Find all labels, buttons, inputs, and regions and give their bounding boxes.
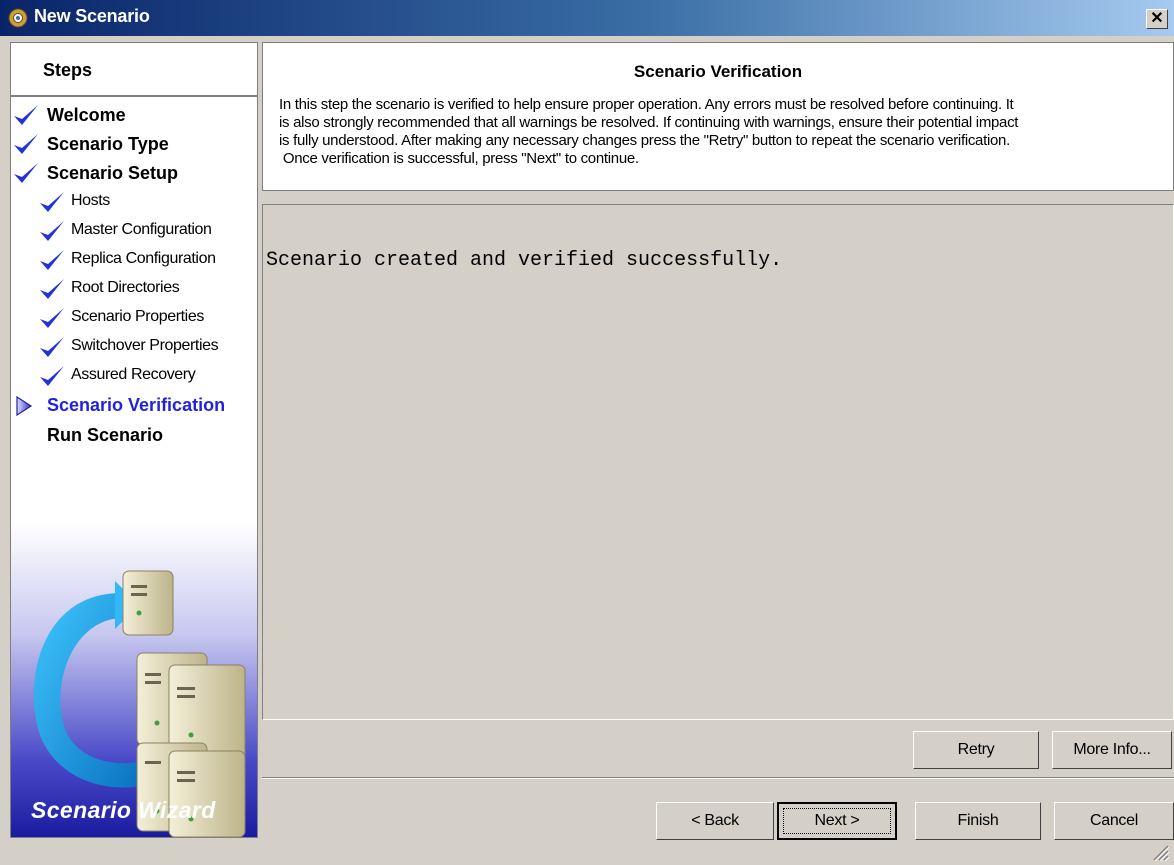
verification-message: Scenario created and verified successful… (266, 249, 783, 272)
scenario-gear-icon (8, 8, 28, 28)
step-label: Hosts (71, 192, 110, 209)
wizard-caption: Scenario Wizard (31, 797, 216, 823)
checkmark-icon (40, 366, 64, 386)
close-button[interactable]: ✕ (1146, 9, 1168, 29)
window-title: New Scenario (34, 6, 150, 26)
step-label: Replica Configuration (71, 250, 216, 267)
step-label: Scenario Setup (47, 163, 179, 183)
checkmark-icon (40, 221, 64, 241)
steps-heading: Steps (43, 60, 93, 80)
step-label: Scenario Verification (47, 395, 226, 415)
finish-button[interactable]: Finish (915, 802, 1041, 840)
step-title: Scenario Verification (633, 62, 803, 81)
cancel-button-label: Cancel (1089, 812, 1138, 829)
step-label: Assured Recovery (71, 366, 196, 383)
back-button-label: < Back (691, 812, 739, 829)
checkmark-icon (14, 105, 38, 125)
checkmark-icon (40, 250, 64, 270)
cancel-button[interactable]: Cancel (1054, 802, 1174, 840)
description-line: is also strongly recommended that all wa… (279, 114, 1019, 131)
retry-button[interactable]: Retry (913, 731, 1039, 769)
current-step-arrow-icon (16, 396, 33, 416)
step-label: Root Directories (71, 279, 180, 296)
checkmark-icon (40, 192, 64, 212)
wizard-servers-illustration (11, 523, 257, 837)
retry-button-label: Retry (957, 741, 995, 758)
back-button[interactable]: < Back (656, 802, 774, 840)
step-header: Scenario Verification In this step the s… (262, 42, 1174, 191)
step-label: Welcome (47, 105, 126, 125)
step-label: Scenario Type (47, 134, 169, 154)
description-line: Once verification is successful, press "… (279, 150, 639, 167)
finish-button-label: Finish (957, 812, 999, 829)
next-button[interactable]: Next > (777, 802, 897, 840)
steps-header: Steps (11, 43, 257, 97)
close-icon: ✕ (1150, 10, 1164, 27)
resize-grip-icon[interactable] (1150, 842, 1170, 862)
verification-output-area[interactable]: Scenario created and verified successful… (262, 204, 1174, 720)
more-info-button-label: More Info... (1073, 741, 1151, 758)
step-label: Scenario Properties (71, 308, 204, 325)
more-info-button[interactable]: More Info... (1052, 731, 1172, 769)
description-line: is fully understood. After making any ne… (279, 132, 1010, 149)
description-line: In this step the scenario is verified to… (279, 96, 1014, 113)
checkmark-icon (40, 308, 64, 328)
step-label: Master Configuration (71, 221, 212, 238)
focus-rectangle (783, 808, 891, 834)
steps-panel: Steps Welcome Scenario Type Scenario Set… (10, 42, 258, 838)
step-label: Run Scenario (47, 425, 164, 445)
checkmark-icon (14, 134, 38, 154)
step-label: Switchover Properties (71, 337, 219, 354)
checkmark-icon (14, 163, 38, 183)
step-description: In this step the scenario is verified to… (279, 96, 1167, 168)
new-scenario-window: New Scenario ✕ Steps Welcome Scenario Ty… (0, 0, 1174, 865)
title-bar[interactable]: New Scenario ✕ (0, 0, 1174, 36)
checkmark-icon (40, 337, 64, 357)
separator (262, 777, 1174, 779)
checkmark-icon (40, 279, 64, 299)
